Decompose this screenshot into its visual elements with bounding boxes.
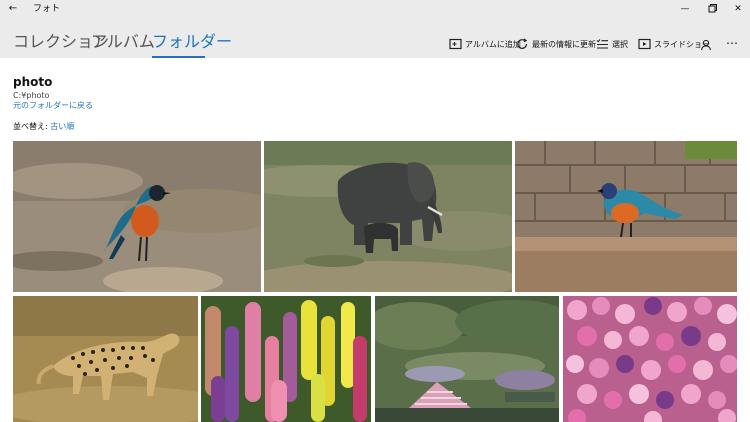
add-album-icon (449, 38, 462, 50)
tab-albums[interactable]: アルバム (91, 32, 155, 52)
select-button[interactable]: 選択 (596, 37, 628, 51)
elephants-photo (264, 141, 512, 292)
select-label: 選択 (612, 39, 628, 49)
minimize-icon[interactable]: — (678, 2, 692, 16)
photo-thumbnail-elephants[interactable] (264, 141, 512, 292)
active-tab-indicator (152, 56, 205, 58)
refresh-label: 最新の情報に更新 (532, 39, 596, 49)
photo-thumbnail-petunias[interactable] (563, 296, 737, 422)
sort-row: 並べ替え: 古い順 (13, 122, 74, 132)
more-options-icon[interactable]: ⋯ (726, 37, 738, 51)
user-account-icon[interactable] (700, 37, 712, 51)
garden-photo (375, 296, 559, 422)
photo-thumbnail-lupines[interactable] (201, 296, 371, 422)
bird-photo (13, 141, 261, 292)
header-bar: コレクション アルバム フォルダー アルバムに追加 最新の情報に更新 選択 スラ… (0, 18, 750, 58)
window-title: フォト (33, 4, 61, 14)
add-to-album-button[interactable]: アルバムに追加 (449, 37, 521, 51)
folder-path: C:¥photo (13, 91, 50, 100)
slideshow-icon (638, 38, 651, 50)
photo-thumbnail-cheetah[interactable] (13, 296, 198, 422)
folder-title: photo (13, 75, 53, 89)
select-list-icon (596, 38, 609, 50)
add-to-album-label: アルバムに追加 (465, 39, 521, 49)
refresh-icon (516, 38, 529, 50)
sort-label: 並べ替え: (13, 122, 48, 131)
sort-dropdown[interactable]: 古い順 (50, 122, 74, 131)
photo-thumbnail-bird-2[interactable] (515, 141, 737, 292)
back-to-folder-link[interactable]: 元のフォルダーに戻る (13, 101, 93, 111)
cheetah-photo (13, 296, 198, 422)
back-arrow-icon[interactable]: ← (6, 2, 20, 16)
title-bar: ← フォト — ✕ (0, 0, 750, 18)
lupine-flowers-photo (201, 296, 371, 422)
refresh-button[interactable]: 最新の情報に更新 (516, 37, 596, 51)
tab-folders[interactable]: フォルダー (152, 32, 232, 52)
petunia-flowers-photo (563, 296, 737, 422)
bird-on-wall-photo (515, 141, 737, 292)
maximize-icon[interactable] (705, 2, 719, 16)
photo-thumbnail-garden[interactable] (375, 296, 559, 422)
close-icon[interactable]: ✕ (731, 2, 745, 16)
photo-thumbnail-bird-1[interactable] (13, 141, 261, 292)
